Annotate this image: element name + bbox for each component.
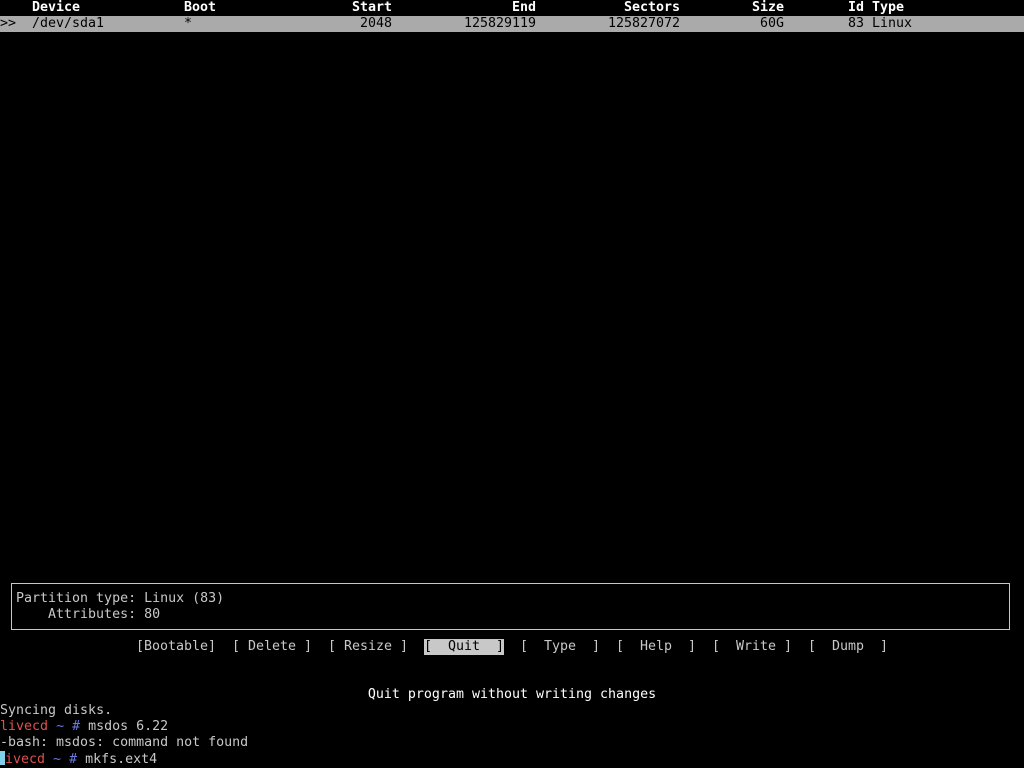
row-device: /dev/sda1 [32, 16, 105, 31]
table-row[interactable]: >> /dev/sda1 * 2048 125829119 125827072 … [0, 16, 1024, 32]
menu-hint: Quit program without writing changes [367, 687, 657, 702]
header-start: Start [351, 0, 392, 15]
delete-button[interactable]: [ Delete ] [232, 639, 312, 655]
write-button[interactable]: [ Write ] [712, 639, 792, 655]
partition-type-text: Partition type: Linux (83) [16, 591, 225, 606]
partition-info-box: Partition type: Linux (83) Attributes: 8… [11, 583, 1010, 630]
row-sectors: 125827072 [607, 16, 680, 31]
terminal-line-command-1: livecd ~ # msdos 6.22 [0, 719, 168, 735]
bootable-button[interactable]: [Bootable] [136, 639, 216, 655]
sync-message: Syncing disks. [0, 703, 113, 718]
command-text: msdos 6.22 [88, 719, 169, 734]
table-header: Device Boot Start End Sectors Size Id Ty… [0, 0, 1024, 16]
header-end: End [511, 0, 536, 15]
terminal-line-command-2[interactable]: ivecd ~ # mkfs.ext4 [0, 751, 157, 767]
command-input[interactable]: mkfs.ext4 [85, 752, 157, 767]
row-selection-marker: >> [0, 16, 17, 31]
prompt-host: ivecd [5, 752, 46, 767]
quit-button[interactable]: [ Quit ] [424, 639, 505, 655]
prompt-hash: # [69, 752, 78, 767]
header-sectors: Sectors [623, 0, 680, 15]
bash-error-message: -bash: msdos: command not found [0, 735, 249, 750]
action-menu: [Bootable] [ Delete ] [ Resize ] [ Quit … [0, 639, 1024, 655]
header-size: Size [751, 0, 784, 15]
resize-button[interactable]: [ Resize ] [328, 639, 408, 655]
header-device: Device [32, 0, 81, 15]
header-id-type: Id Type [848, 0, 905, 15]
help-button[interactable]: [ Help ] [616, 639, 696, 655]
dump-button[interactable]: [ Dump ] [808, 639, 888, 655]
prompt-hash: # [72, 719, 81, 734]
row-end: 125829119 [463, 16, 536, 31]
header-boot: Boot [184, 0, 217, 15]
row-id-type: 83 Linux [848, 16, 913, 31]
prompt-tilde: ~ [56, 719, 65, 734]
prompt-tilde: ~ [53, 752, 62, 767]
row-start: 2048 [359, 16, 392, 31]
type-button[interactable]: [ Type ] [520, 639, 600, 655]
row-size: 60G [759, 16, 784, 31]
prompt-host: livecd [0, 719, 49, 734]
attributes-text: Attributes: 80 [16, 607, 161, 622]
row-boot-flag: * [184, 16, 193, 31]
